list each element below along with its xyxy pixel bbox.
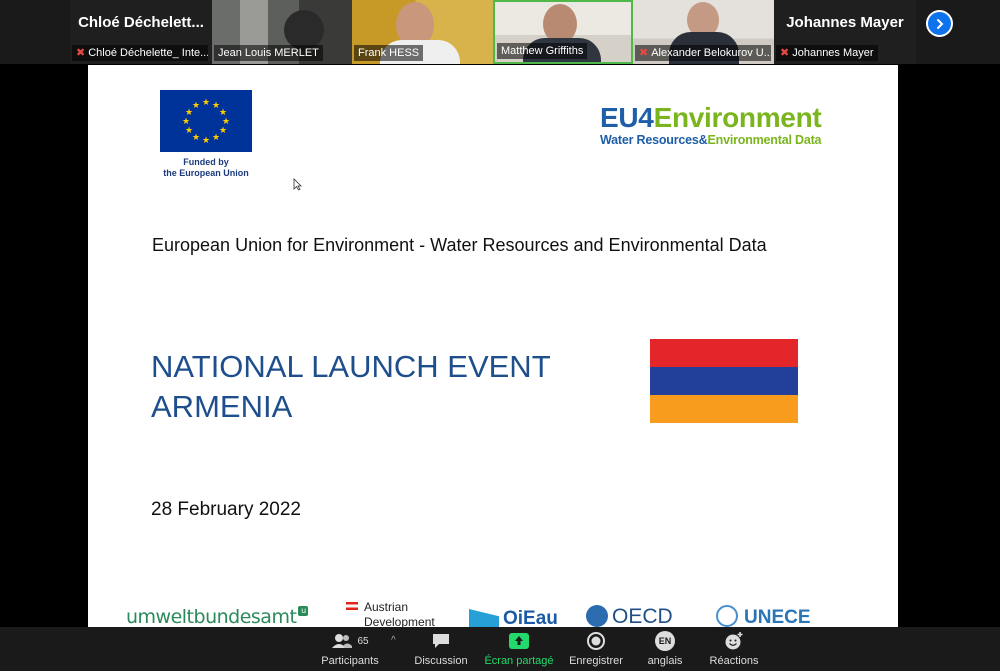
participants-icon (332, 634, 353, 648)
eu-flag-logo: ★ ★ ★ ★ ★ ★ ★ ★ ★ ★ ★ ★ (160, 90, 252, 152)
chevron-right-icon (936, 18, 943, 29)
project-subtitle: European Union for Environment - Water R… (152, 235, 767, 255)
mic-muted-icon: ✖ (639, 47, 649, 59)
austrian-line: Development (364, 615, 435, 627)
eu-caption-line: the European Union (163, 168, 249, 178)
mic-muted-icon: ✖ (76, 47, 86, 59)
eu4env-wordmark: EU4Environment (600, 103, 860, 133)
eu4environment-logo: EU4Environment Water Resources&Environme… (600, 103, 860, 148)
austrian-development-logo: Austrian Development (346, 600, 435, 627)
chat-button[interactable]: Discussion (412, 631, 470, 667)
participant-name: Johannes Mayer (792, 47, 874, 59)
oieau-wordmark: OiEau (503, 608, 558, 627)
participant-display-name: Johannes Mayer (786, 14, 904, 31)
participant-tile[interactable]: ✖ Alexander Belokurov U... (633, 0, 774, 64)
meeting-toolbar: 65 Participants ^ Discussion Écran parta… (0, 627, 1000, 671)
participant-label: ✖ Chloé Déchelette_ Inte... (72, 45, 208, 61)
partner-logos: umweltbundesamt u Austrian Development Oi… (88, 595, 898, 627)
svg-text:★: ★ (202, 98, 210, 108)
oecd-globe-icon (586, 605, 608, 627)
mic-muted-icon: ✖ (780, 47, 790, 59)
person-silhouette (284, 10, 324, 50)
participant-strip: Chloé Déchelett... ✖ Chloé Déchelette_ I… (0, 0, 1000, 64)
eu-funding-caption: Funded by the European Union (148, 157, 264, 179)
participant-tile[interactable]: Chloé Déchelett... ✖ Chloé Déchelette_ I… (70, 0, 212, 64)
umweltbundesamt-logo: umweltbundesamt u (126, 606, 309, 627)
umwelt-mark-icon: u (298, 606, 309, 616)
next-page-button[interactable] (926, 10, 953, 37)
participant-name: Alexander Belokurov U... (651, 47, 771, 59)
record-label: Enregistrer (569, 655, 623, 667)
unece-logo: UNECE (716, 605, 811, 627)
participants-options-caret-icon[interactable]: ^ (391, 635, 396, 646)
eu4env-tagline-amp: & (698, 133, 708, 147)
eu-caption-line: Funded by (183, 157, 229, 167)
reactions-button[interactable]: Réactions (704, 631, 764, 667)
mouse-cursor-icon (293, 178, 302, 191)
event-date: 28 February 2022 (151, 499, 301, 520)
eu4env-tagline-blue: Water Resources (600, 133, 699, 147)
participants-label: Participants (321, 655, 379, 667)
armenia-flag (650, 339, 798, 423)
language-badge-icon: EN (655, 631, 675, 651)
unece-wordmark: UNECE (744, 607, 811, 627)
svg-text:★: ★ (219, 126, 227, 136)
eu4env-tagline-green: Environmental Data (707, 133, 822, 147)
flag-stripe-red (650, 339, 798, 367)
austria-flag-icon (346, 602, 358, 610)
svg-text:★: ★ (192, 133, 200, 143)
un-emblem-icon (716, 605, 738, 627)
reactions-label: Réactions (709, 655, 759, 667)
event-title: NATIONAL LAUNCH EVENT ARMENIA (151, 347, 551, 427)
participant-tile[interactable]: Jean Louis MERLET (212, 0, 352, 64)
oecd-logo: OECD (586, 605, 673, 627)
eu4env-word: Environment (653, 102, 822, 133)
smiley-add-icon (725, 632, 743, 650)
flag-stripe-orange (650, 395, 798, 423)
participant-label: ✖ Alexander Belokurov U... (635, 45, 771, 61)
eu4env-prefix: EU (600, 102, 639, 133)
participant-display-name: Chloé Déchelett... (78, 14, 204, 31)
participant-tile[interactable]: Frank HESS (352, 0, 493, 64)
svg-text:★: ★ (202, 136, 210, 146)
interpretation-label: anglais (647, 655, 683, 667)
participants-button[interactable]: 65 Participants (318, 631, 382, 667)
participant-name: Chloé Déchelette_ Inte... (88, 47, 208, 59)
participant-label: Frank HESS (354, 45, 424, 61)
share-screen-button[interactable]: Écran partagé (482, 631, 556, 667)
svg-text:★: ★ (185, 126, 193, 136)
svg-text:★: ★ (192, 101, 200, 111)
shared-screen-slide: ★ ★ ★ ★ ★ ★ ★ ★ ★ ★ ★ ★ Funded by the European U… (88, 65, 898, 627)
participant-label: Matthew Griffiths (497, 43, 588, 59)
oieau-logo: OiEau (469, 608, 558, 627)
participant-tile[interactable]: Johannes Mayer ✖ Johannes Mayer (774, 0, 916, 64)
record-button[interactable]: Enregistrer (566, 631, 626, 667)
austrian-line: Austrian (364, 600, 409, 614)
participant-name: Matthew Griffiths (501, 45, 584, 57)
share-screen-icon (509, 633, 529, 649)
participants-count: 65 (357, 635, 369, 647)
event-title-line: NATIONAL LAUNCH EVENT (151, 349, 551, 384)
chat-label: Discussion (414, 655, 468, 667)
oecd-wordmark: OECD (612, 605, 673, 627)
share-screen-label: Écran partagé (484, 655, 554, 667)
eu4env-number: 4 (638, 102, 654, 133)
participant-label: ✖ Johannes Mayer (776, 45, 878, 61)
event-title-line: ARMENIA (151, 389, 293, 424)
interpretation-button[interactable]: EN anglais (641, 631, 689, 667)
umwelt-wordmark: umweltbundesamt (126, 606, 297, 627)
svg-text:★: ★ (182, 117, 190, 127)
record-icon (587, 632, 605, 650)
flag-stripe-blue (650, 367, 798, 395)
eu-stars-icon: ★ ★★ ★★★ ★★★ ★★★ (182, 98, 230, 146)
participant-name: Jean Louis MERLET (218, 47, 319, 59)
chat-bubble-icon (433, 634, 449, 648)
participant-tile-active-speaker[interactable]: Matthew Griffiths (493, 0, 633, 64)
participant-name: Frank HESS (358, 47, 420, 59)
eu4env-tagline: Water Resources&Environmental Data (600, 133, 860, 147)
svg-text:★: ★ (212, 133, 220, 143)
participant-label: Jean Louis MERLET (214, 45, 323, 61)
oieau-mark-icon (469, 609, 499, 627)
